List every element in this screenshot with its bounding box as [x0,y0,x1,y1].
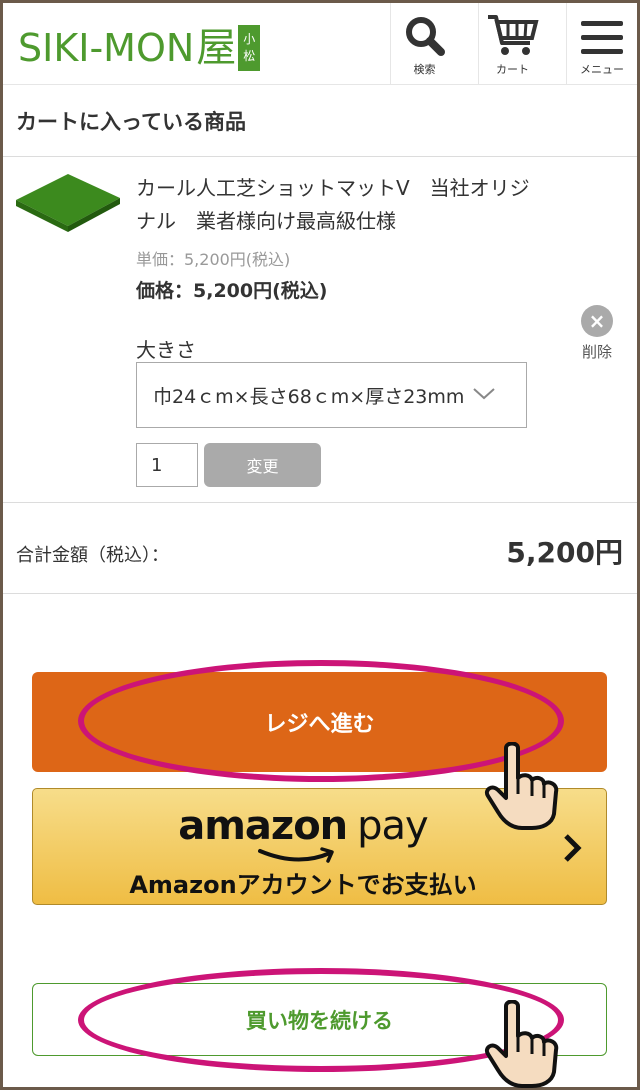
total-label: 合計金額（税込）： [16,545,169,566]
size-select-value: 巾24ｃm×長さ68ｃm×厚さ23mm [153,385,465,408]
total-value: 5,200円 [506,536,623,569]
amazon-smile-icon [258,847,334,863]
unit-price: 単価：5,200円(税込) [136,250,291,269]
logo-text: SIKI-MON [18,26,195,70]
price: 価格：5,200円(税込) [136,280,328,302]
chevron-down-icon [473,388,495,400]
pointing-hand-icon [485,742,559,830]
logo-kanji: 屋 [196,25,237,71]
menu-button[interactable]: メニュー [566,3,637,85]
menu-icon [581,21,623,54]
menu-label: メニュー [580,63,624,76]
delete-button[interactable]: × 削除 [575,305,619,362]
site-header: SIKI-MON 屋 小 松 検索 カート メニュー [3,3,637,85]
quantity-input[interactable]: 1 [136,443,198,487]
site-logo[interactable]: SIKI-MON 屋 小 松 [18,23,261,73]
cart-icon [487,15,539,55]
search-label: 検索 [413,63,436,76]
change-button[interactable]: 変更 [204,443,321,487]
chevron-right-icon [564,834,582,862]
logo-badge: 小 松 [238,25,261,71]
page-title: カートに入っている商品 [3,85,637,157]
close-icon: × [581,305,613,337]
pointing-hand-icon [485,1000,559,1088]
cart-button[interactable]: カート [478,3,546,85]
delete-label: 削除 [581,343,612,361]
product-thumbnail[interactable] [14,172,122,234]
total-row: 合計金額（税込）： 5,200円 [3,502,637,594]
size-select[interactable]: 巾24ｃm×長さ68ｃm×厚さ23mm [136,362,527,428]
product-name[interactable]: カール人工芝ショットマットV 当社オリジナル 業者様向け最高級仕様 [136,172,536,238]
amazon-pay-subtext: Amazonアカウントでお支払い [129,871,477,899]
search-icon [405,17,445,56]
search-button[interactable]: 検索 [390,3,458,85]
option-label: 大きさ [136,338,196,362]
cart-label: カート [496,63,529,76]
